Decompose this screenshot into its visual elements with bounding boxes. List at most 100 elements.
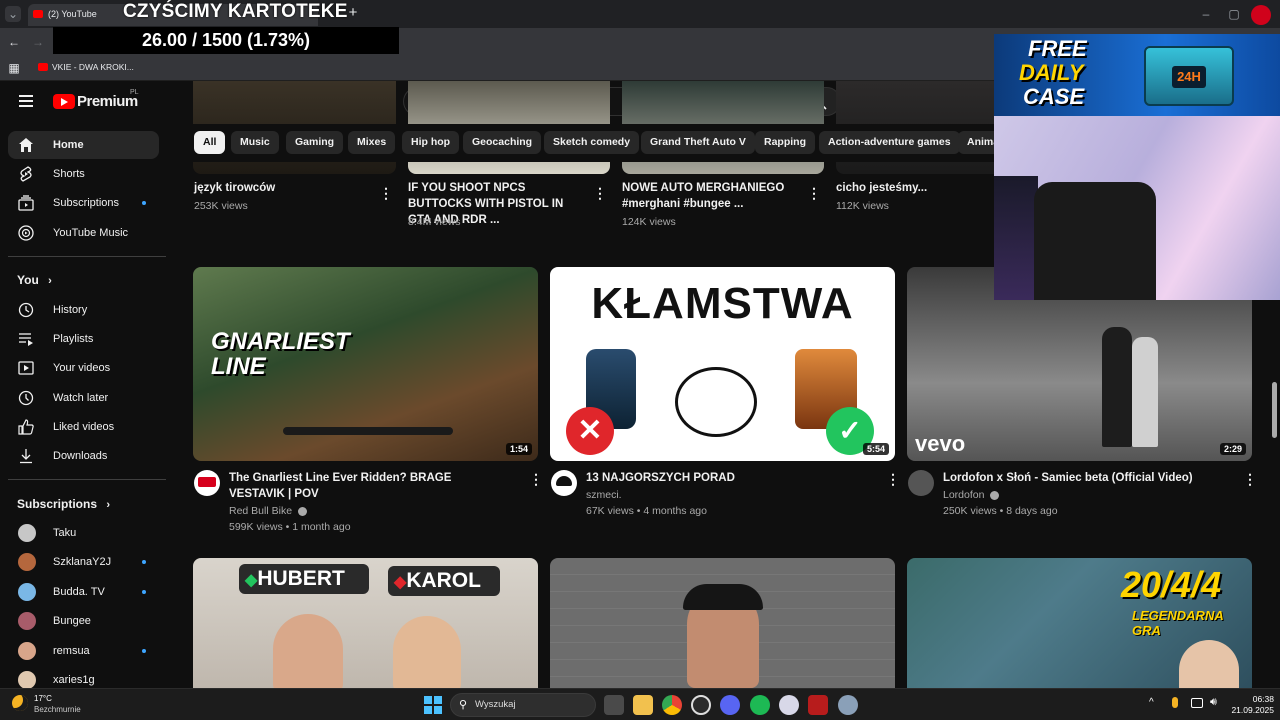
sidebar-divider (8, 256, 166, 257)
video-thumbnail[interactable]: ◆HUBERT ◆KAROL (193, 558, 538, 688)
microphone-icon[interactable] (1172, 697, 1178, 708)
chip-filter[interactable]: Gaming (286, 131, 344, 154)
app-icon[interactable] (779, 695, 799, 715)
video-thumbnail[interactable] (550, 558, 895, 688)
network-icon[interactable] (1191, 698, 1203, 708)
chip-filter[interactable]: Anima (958, 131, 999, 154)
shorts-icon (20, 166, 32, 182)
chrome-icon[interactable] (662, 695, 682, 715)
thumbnail-text: LEGENDARNA GRA (1132, 608, 1224, 638)
channel-name: remsua (53, 645, 90, 657)
more-options-icon[interactable]: ⋮ (886, 472, 900, 486)
spotify-icon[interactable] (750, 695, 770, 715)
channel-name[interactable]: Red Bull Bike (229, 503, 307, 519)
video-duration: 5:54 (862, 443, 889, 455)
sidebar-item-label: Downloads (53, 450, 108, 462)
channel-avatar[interactable] (551, 470, 577, 496)
sidebar-item-liked-videos[interactable]: Liked videos (8, 413, 159, 441)
chip-filter[interactable]: Sketch comedy (544, 131, 640, 154)
page-scrollbar[interactable] (1272, 382, 1277, 438)
volume-icon[interactable]: 🔊︎ (1210, 696, 1217, 709)
forward-icon[interactable]: → (30, 34, 46, 50)
sidebar-item-shorts[interactable]: Shorts (8, 160, 159, 188)
sidebar-item-home[interactable]: Home (8, 131, 159, 159)
more-options-icon[interactable]: ⋮ (807, 186, 821, 200)
chip-filter[interactable]: Mixes (348, 131, 396, 154)
video-thumbnail[interactable]: KŁAMSTWA ✕ ✓ 5:54 (550, 267, 895, 461)
logo-region-badge: PL (130, 89, 139, 96)
sidebar-item-youtube-music[interactable]: YouTube Music (8, 219, 159, 247)
sidebar-sub-channel[interactable]: SzklanaY2J (8, 548, 159, 576)
sidebar-item-label: Liked videos (53, 421, 115, 433)
video-title[interactable]: język tirowców (194, 180, 364, 196)
video-thumbnail[interactable]: GNARLIEST LINE 1:54 (193, 267, 538, 461)
hamburger-menu-icon[interactable] (19, 95, 33, 107)
start-button[interactable] (424, 696, 442, 714)
weather-status[interactable]: Bezchmurnie (34, 705, 81, 714)
sidebar-item-playlists[interactable]: Playlists (8, 325, 159, 353)
channel-name[interactable]: Lordofon (943, 487, 1000, 503)
channel-avatar[interactable] (194, 470, 220, 496)
minimize-icon[interactable]: – (1198, 6, 1214, 22)
maximize-icon[interactable]: ▢ (1226, 6, 1242, 22)
video-duration: 2:29 (1219, 443, 1246, 455)
video-title[interactable]: The Gnarliest Line Ever Ridden? BRAGE VE… (229, 470, 509, 502)
tab-list-button[interactable]: ⌄ (5, 6, 21, 22)
chip-filter[interactable]: Action-adventure games (819, 131, 960, 154)
sidebar-item-watch-later[interactable]: Watch later (8, 384, 159, 412)
case-box: 24H (1144, 46, 1234, 106)
video-title[interactable]: 13 NAJGORSZYCH PORAD (586, 470, 866, 486)
chip-filter[interactable]: All (194, 131, 226, 154)
channel-name[interactable]: szmeci. (586, 487, 622, 503)
profile-avatar[interactable] (1251, 5, 1271, 25)
obs-icon[interactable] (691, 695, 711, 715)
sidebar-item-your-videos[interactable]: Your videos (8, 354, 159, 382)
sidebar-sub-channel[interactable]: remsua (8, 637, 159, 665)
more-options-icon[interactable]: ⋮ (529, 472, 543, 486)
chip-filter[interactable]: Geocaching (463, 131, 542, 154)
diamond-icon: ◆ (245, 572, 258, 589)
sidebar-sub-channel[interactable]: Bungee (8, 607, 159, 635)
taskbar-date[interactable]: 21.09.2025 (1224, 705, 1274, 715)
channel-name: xaries1g (53, 674, 95, 686)
sidebar-item-label: Subscriptions (53, 197, 120, 209)
person-silhouette (1132, 337, 1158, 447)
thumbnail-text: GNARLIEST LINE (211, 328, 350, 380)
channel-avatar[interactable] (908, 470, 934, 496)
more-options-icon[interactable]: ⋮ (593, 186, 607, 200)
sidebar-sub-channel[interactable]: Budda. TV (8, 578, 159, 606)
sidebar-sub-channel[interactable]: Taku (8, 519, 159, 547)
weather-temp[interactable]: 17°C (34, 694, 52, 703)
video-thumbnail[interactable]: 20/4/4 LEGENDARNA GRA (907, 558, 1252, 688)
more-options-icon[interactable]: ⋮ (1243, 472, 1257, 486)
back-icon[interactable]: ← (6, 34, 22, 50)
video-title[interactable]: Lordofon x Słoń - Samiec beta (Official … (943, 470, 1233, 486)
taskbar-search[interactable]: ⚲ Wyszukaj (450, 693, 596, 717)
video-title[interactable]: cicho jesteśmy... (836, 180, 991, 196)
sidebar-item-history[interactable]: History (8, 296, 159, 324)
sidebar-subscriptions-header[interactable]: Subscriptions › (17, 497, 110, 511)
sidebar-you-header[interactable]: You › (17, 273, 52, 287)
settings-icon[interactable] (838, 695, 858, 715)
subscriptions-icon (18, 195, 34, 211)
app-icon[interactable] (808, 695, 828, 715)
chip-filter[interactable]: Rapping (755, 131, 815, 154)
bookmark-item[interactable]: VKIE - DWA KROKI... (38, 60, 134, 74)
chip-filter[interactable]: Hip hop (402, 131, 460, 154)
discord-icon[interactable] (720, 695, 740, 715)
chip-filter[interactable]: Music (231, 131, 279, 154)
video-title[interactable]: NOWE AUTO MERGHANIEGO #merghani #bungee … (622, 180, 802, 212)
weather-icon (12, 695, 28, 711)
more-options-icon[interactable]: ⋮ (379, 186, 393, 200)
sidebar-item-label: Watch later (53, 392, 109, 404)
task-view-icon[interactable] (604, 695, 624, 715)
taskbar-time[interactable]: 06:38 (1238, 694, 1274, 704)
chip-filter[interactable]: Grand Theft Auto V (641, 131, 755, 154)
tray-chevron-icon[interactable]: ^ (1149, 697, 1154, 708)
apps-grid-icon[interactable]: ▦ (6, 60, 22, 76)
promo-banner: FREE DAILY CASE 24H (994, 34, 1280, 116)
file-explorer-icon[interactable] (633, 695, 653, 715)
sidebar-item-downloads[interactable]: Downloads (8, 442, 159, 470)
sidebar-item-subscriptions[interactable]: Subscriptions (8, 189, 159, 217)
video-meta: 8.4M views (408, 216, 461, 228)
